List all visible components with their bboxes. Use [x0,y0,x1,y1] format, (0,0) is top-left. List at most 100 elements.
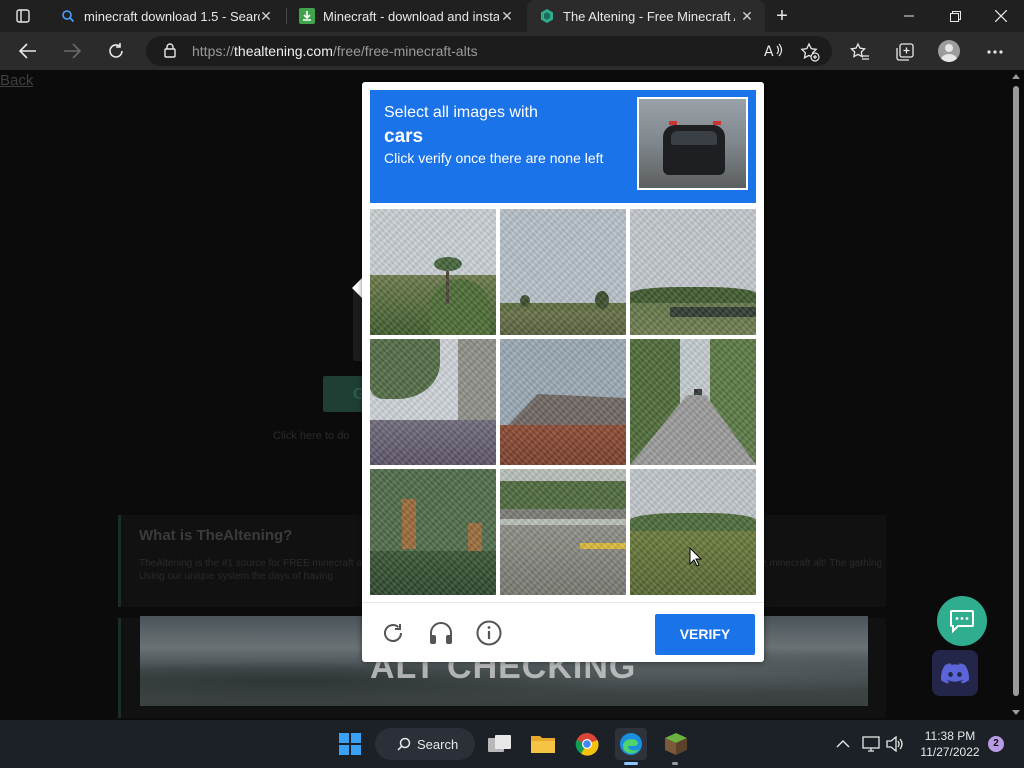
edge-button[interactable] [615,728,647,760]
captcha-tile[interactable] [370,209,496,335]
folder-icon [531,736,555,753]
download-icon [299,8,315,24]
captcha-tile[interactable] [630,469,756,595]
chat-button[interactable] [937,596,987,646]
discord-icon [941,663,970,684]
minecraft-button[interactable] [660,728,692,760]
clock-time: 11:38 PM [924,729,976,743]
tab-strip: minecraft download 1.5 - Search ✕ Minecr… [0,0,1024,32]
captcha-tile[interactable] [500,209,626,335]
captcha-grid [370,209,756,595]
page-scrollbar[interactable] [1008,70,1024,720]
favorites-icon[interactable] [849,41,871,63]
restore-icon [949,10,961,22]
scroll-up-icon[interactable] [1012,74,1020,79]
captcha-pointer [352,278,362,298]
minecraft-icon [665,733,687,755]
new-tab-button[interactable]: + [772,6,792,26]
captcha-tile[interactable] [370,469,496,595]
windows-icon [339,733,361,755]
collections-icon[interactable] [894,41,916,63]
tab-title: The Altening - Free Minecraft Alt [563,8,735,24]
tail-light [669,121,677,125]
chrome-icon [575,733,599,756]
tab-thealtening[interactable]: The Altening - Free Minecraft Alt ✕ [527,0,765,32]
minimize-button[interactable] [886,0,932,32]
start-button[interactable] [334,728,366,760]
mouse-cursor-icon [689,547,703,567]
captcha-challenge: Select all images with cars Click verify… [362,82,764,662]
scroll-thumb[interactable] [1013,86,1019,696]
car-shape [663,125,725,175]
card-title: What is TheAltening? [139,527,293,544]
refresh-icon[interactable] [379,619,407,647]
info-icon[interactable] [475,619,503,647]
close-icon[interactable]: ✕ [258,8,274,24]
tab-actions-button[interactable] [8,6,38,26]
volume-tray-icon[interactable] [885,734,905,754]
close-icon[interactable]: ✕ [499,8,515,24]
refresh-icon [109,43,123,58]
captcha-tile[interactable] [500,339,626,465]
task-view-button[interactable] [484,728,516,760]
close-icon [995,10,1007,22]
svg-text:A: A [764,44,774,60]
back-link[interactable]: Back [0,72,33,89]
captcha-tile[interactable] [500,469,626,595]
url-text: https://thealtening.com/free/free-minecr… [192,43,478,59]
close-icon[interactable]: ✕ [739,8,755,24]
tab-minecraft-download[interactable]: Minecraft - download and install ✕ [287,0,525,32]
captcha-prompt: Select all images with cars Click verify… [370,90,756,203]
forward-button[interactable] [58,37,86,65]
tab-search[interactable]: minecraft download 1.5 - Search ✕ [48,0,284,32]
tab-title: minecraft download 1.5 - Search [84,8,260,24]
display-tray-icon[interactable] [861,734,881,754]
back-button[interactable] [14,37,42,65]
search-icon [60,8,76,24]
active-app-indicator [624,762,638,765]
prompt-hint: Click verify once there are none left [384,150,604,166]
show-hidden-icons-button[interactable] [833,734,853,754]
shield-icon [539,8,555,24]
restore-button[interactable] [932,0,978,32]
search-icon [397,737,411,751]
edge-icon [620,733,642,755]
system-clock[interactable]: 11:38 PM 11/27/2022 [912,728,988,760]
speaker-icon [886,736,903,752]
hint-text: Click here to do [273,430,350,442]
address-bar[interactable]: https://thealtening.com/free/free-minecr… [146,36,832,66]
scroll-down-icon[interactable] [1012,710,1020,715]
chevron-up-icon [836,740,850,748]
file-explorer-button[interactable] [527,728,559,760]
discord-button[interactable] [932,650,978,696]
headphones-icon[interactable] [427,619,455,647]
tail-light [713,121,721,125]
add-favorite-icon[interactable] [800,42,820,62]
captcha-tile[interactable] [630,339,756,465]
minimize-icon [904,15,914,17]
read-aloud-icon[interactable]: A [764,42,784,60]
arrow-left-icon [19,43,36,59]
profile-avatar[interactable] [938,40,960,62]
captcha-tile[interactable] [370,339,496,465]
search-label: Search [417,737,459,752]
running-app-indicator [672,762,678,765]
monitor-icon [862,736,880,752]
tab-title: Minecraft - download and install [323,8,499,24]
verify-button[interactable]: VERIFY [655,614,755,655]
chrome-button[interactable] [571,728,603,760]
refresh-button[interactable] [102,37,130,65]
more-options-icon[interactable] [984,41,1006,63]
prompt-instruction: Select all images with [384,104,538,121]
notification-badge[interactable]: 2 [988,736,1004,752]
tab-actions-icon [16,9,30,23]
arrow-right-icon [64,43,81,59]
captcha-tile[interactable] [630,209,756,335]
taskbar-search[interactable]: Search [375,728,475,760]
captcha-footer: VERIFY [362,602,764,662]
close-window-button[interactable] [978,0,1024,32]
clock-date: 11/27/2022 [920,745,980,759]
task-view-icon [488,735,511,752]
card-text-right: e minecraft alt! The gathing 80,000 or m… [761,558,881,569]
lock-icon[interactable] [164,43,176,58]
